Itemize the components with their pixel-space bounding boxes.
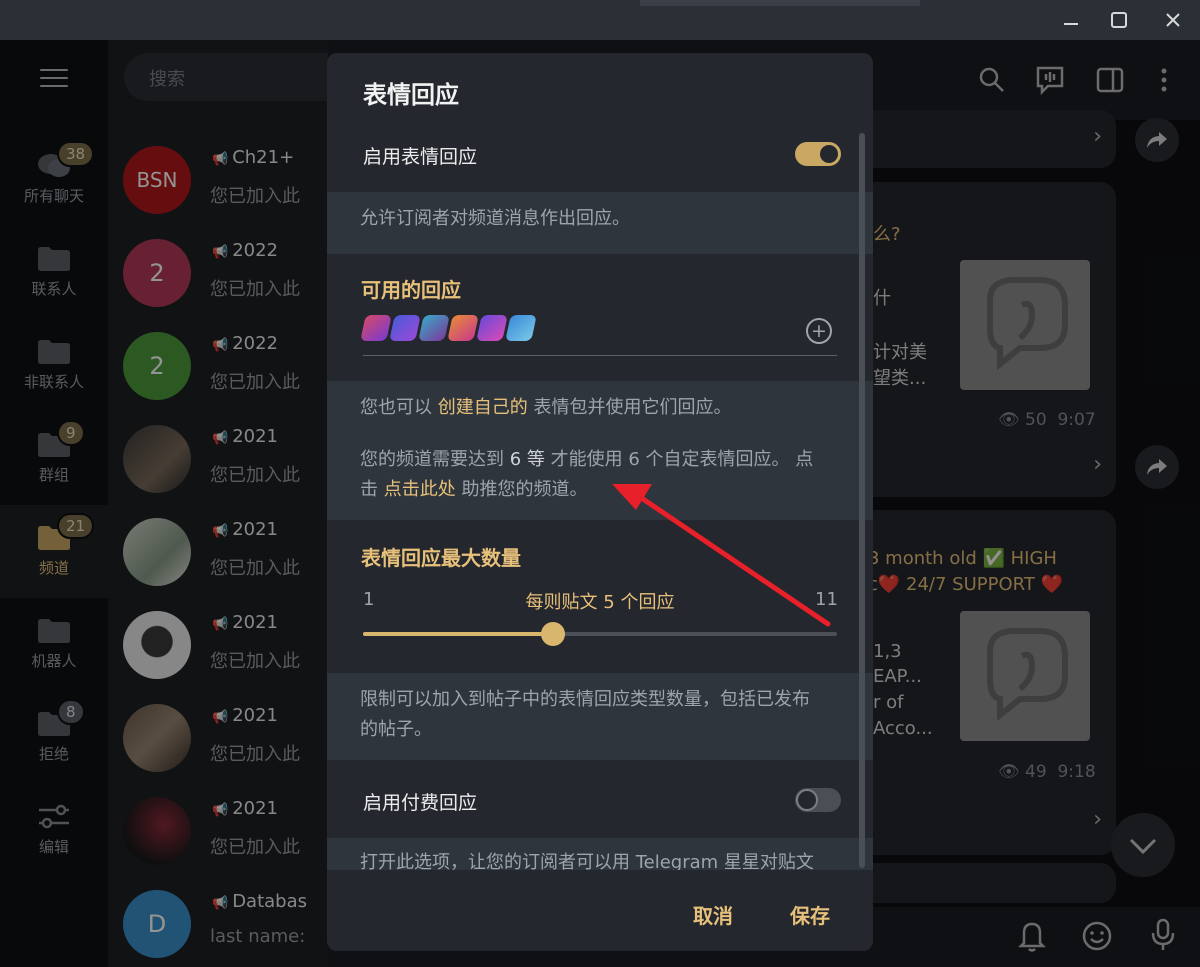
max-reactions-description: 限制可以加入到帖子中的表情回应类型数量，包括已发布 的帖子。 bbox=[327, 673, 873, 760]
reaction-emoji[interactable] bbox=[418, 315, 450, 341]
save-button[interactable]: 保存 bbox=[790, 900, 830, 929]
dialog-scrollbar[interactable] bbox=[859, 133, 865, 868]
paid-reactions-toggle[interactable] bbox=[795, 788, 841, 812]
paid-reactions-label: 启用付费回应 bbox=[363, 792, 478, 814]
slider-max-label: 11 bbox=[815, 589, 838, 610]
enable-reactions-label: 启用表情回应 bbox=[363, 146, 478, 168]
cancel-button[interactable]: 取消 bbox=[693, 900, 733, 929]
slider-fill bbox=[363, 632, 553, 636]
slider-knob[interactable] bbox=[540, 622, 565, 646]
reaction-emoji[interactable] bbox=[476, 315, 508, 341]
reactions-underline bbox=[363, 355, 837, 356]
create-own-link[interactable]: 创建自己的 bbox=[438, 397, 528, 418]
reaction-emoji-list[interactable] bbox=[360, 315, 537, 341]
slider-value-label: 每则贴文 5 个回应 bbox=[525, 592, 675, 613]
minimize-button[interactable] bbox=[1051, 6, 1091, 34]
boost-link[interactable]: 点击此处 bbox=[384, 479, 456, 500]
title-strip bbox=[640, 0, 920, 6]
available-reactions-title: 可用的回应 bbox=[361, 278, 461, 302]
max-reactions-slider[interactable] bbox=[363, 622, 837, 646]
close-icon bbox=[1166, 13, 1180, 27]
close-button[interactable] bbox=[1153, 6, 1193, 34]
custom-reactions-info: 您也可以 创建自己的 表情包并使用它们回应。 您的频道需要达到 6 等 才能使用… bbox=[327, 381, 873, 520]
enable-reactions-toggle[interactable] bbox=[795, 142, 841, 166]
dialog-footer: 取消 保存 bbox=[327, 870, 873, 951]
reactions-dialog: 表情回应 启用表情回应 允许订阅者对频道消息作出回应。 可用的回应 + 您也可以… bbox=[327, 53, 873, 951]
minimize-icon bbox=[1064, 23, 1078, 25]
reaction-emoji[interactable] bbox=[447, 315, 479, 341]
max-reactions-title: 表情回应最大数量 bbox=[361, 546, 521, 570]
enable-reactions-description: 允许订阅者对频道消息作出回应。 bbox=[327, 192, 873, 254]
maximize-icon bbox=[1111, 12, 1127, 28]
reaction-emoji[interactable] bbox=[389, 315, 421, 341]
reaction-emoji[interactable] bbox=[505, 315, 537, 341]
title-bar bbox=[0, 0, 1200, 40]
add-reaction-icon[interactable]: + bbox=[806, 318, 832, 344]
dialog-title: 表情回应 bbox=[363, 81, 459, 109]
reaction-emoji[interactable] bbox=[360, 315, 392, 341]
maximize-button[interactable] bbox=[1099, 6, 1139, 34]
